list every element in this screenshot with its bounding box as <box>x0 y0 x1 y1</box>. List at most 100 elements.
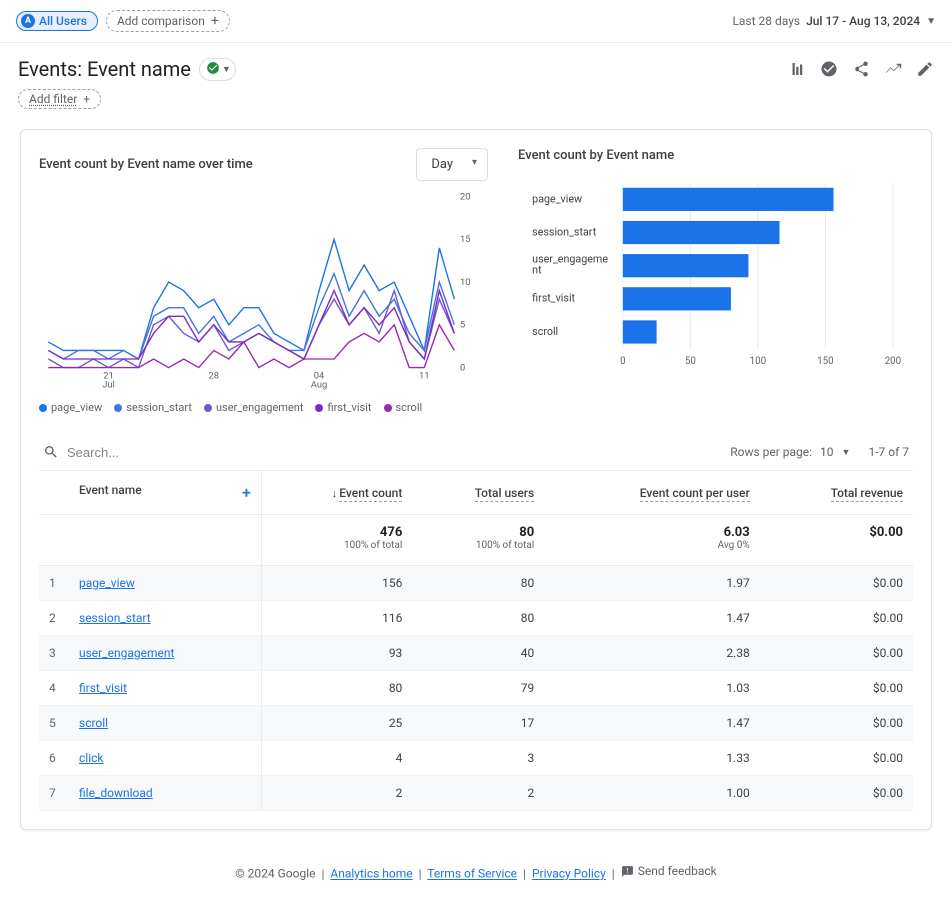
svg-text:0: 0 <box>620 356 625 367</box>
add-comparison-chip[interactable]: Add comparison + <box>106 10 230 32</box>
date-range-text: Jul 17 - Aug 13, 2024 <box>806 14 920 28</box>
page-footer: © 2024 Google | Analytics home | Terms o… <box>0 840 952 905</box>
line-chart-title: Event count by Event name over time <box>39 157 253 172</box>
svg-text:Aug: Aug <box>311 380 327 391</box>
svg-text:nt: nt <box>532 263 542 276</box>
rows-per-page-label: Rows per page: <box>730 445 812 459</box>
granularity-select[interactable]: Day <box>416 148 488 181</box>
svg-text:first_visit: first_visit <box>532 292 575 305</box>
feedback-icon <box>621 865 634 878</box>
trend-icon[interactable] <box>884 60 902 78</box>
title-actions <box>788 60 934 78</box>
chevron-down-icon: ▼ <box>842 447 851 458</box>
insights-icon[interactable] <box>820 60 838 78</box>
table-row[interactable]: 3user_engagement93402.38$0.00 <box>39 636 913 671</box>
legend-item[interactable]: scroll <box>384 401 423 414</box>
search-input[interactable] <box>67 445 730 460</box>
svg-text:100: 100 <box>750 356 766 367</box>
data-table: Event name + ↓Event count Total users Ev… <box>39 471 913 811</box>
chevron-down-icon: ▼ <box>926 16 936 27</box>
table-controls: Rows per page: 10 ▼ 1-7 of 7 <box>39 434 913 471</box>
legend-dot-icon <box>204 404 212 412</box>
top-bar-left: A All Users Add comparison + <box>16 10 230 32</box>
rows-per-page-value: 10 <box>820 445 834 459</box>
send-feedback-button[interactable]: Send feedback <box>621 864 717 878</box>
svg-text:28: 28 <box>209 371 220 382</box>
charts-row: Event count by Event name over time Day … <box>39 148 913 414</box>
legend-item[interactable]: session_start <box>114 401 192 414</box>
table-row[interactable]: 2session_start116801.47$0.00 <box>39 601 913 636</box>
chevron-down-icon: ▼ <box>222 64 231 75</box>
link-privacy[interactable]: Privacy Policy <box>532 867 606 881</box>
top-bar: A All Users Add comparison + Last 28 day… <box>0 0 952 43</box>
bar-chart[interactable]: 0 50 100 150 200 page_view session_start user_e… <box>518 175 913 370</box>
svg-text:session_start: session_start <box>532 225 597 238</box>
bar-chart-title: Event count by Event name <box>518 148 674 163</box>
add-comparison-label: Add comparison <box>117 14 205 28</box>
legend-item[interactable]: page_view <box>39 401 102 414</box>
segment-label: All Users <box>39 14 87 28</box>
page-title: Events: Event name <box>18 57 191 81</box>
rows-per-page-select[interactable]: Rows per page: 10 ▼ <box>730 445 850 459</box>
event-link[interactable]: click <box>79 751 103 765</box>
legend-item[interactable]: user_engagement <box>204 401 304 414</box>
svg-text:150: 150 <box>817 356 833 367</box>
chart-legend: page_view session_start user_engagement fir… <box>39 401 488 414</box>
svg-text:5: 5 <box>460 320 465 331</box>
table-row[interactable]: 7file_download221.00$0.00 <box>39 776 913 811</box>
data-table-section: Rows per page: 10 ▼ 1-7 of 7 Event name … <box>39 434 913 811</box>
check-circle-icon <box>206 61 220 78</box>
table-row[interactable]: 1page_view156801.97$0.00 <box>39 566 913 601</box>
summary-row: 476100% of total80100% of total6.03Avg 0… <box>39 515 913 566</box>
link-terms[interactable]: Terms of Service <box>427 867 517 881</box>
svg-text:10: 10 <box>460 277 471 288</box>
legend-item[interactable]: first_visit <box>315 401 371 414</box>
table-row[interactable]: 5scroll25171.47$0.00 <box>39 706 913 741</box>
edit-icon[interactable] <box>916 60 934 78</box>
table-search[interactable] <box>43 444 730 460</box>
customize-report-icon[interactable] <box>788 60 806 78</box>
svg-text:200: 200 <box>885 356 901 367</box>
search-icon <box>43 444 59 460</box>
event-link[interactable]: first_visit <box>79 681 127 695</box>
table-row[interactable]: 4first_visit80791.03$0.00 <box>39 671 913 706</box>
add-filter-chip[interactable]: Add filter + <box>18 89 101 109</box>
event-link[interactable]: user_engagement <box>79 646 174 660</box>
report-card: Event count by Event name over time Day … <box>20 129 932 830</box>
event-link[interactable]: scroll <box>79 716 108 730</box>
svg-text:50: 50 <box>685 356 696 367</box>
filter-row: Add filter + <box>0 89 952 119</box>
svg-text:11: 11 <box>419 371 430 382</box>
share-icon[interactable] <box>852 60 870 78</box>
svg-text:0: 0 <box>460 362 465 373</box>
plus-icon: + <box>211 13 219 29</box>
date-range-picker[interactable]: Last 28 days Jul 17 - Aug 13, 2024 ▼ <box>732 14 936 28</box>
svg-text:user_engageme: user_engageme <box>532 253 608 266</box>
sort-down-icon: ↓ <box>332 487 338 500</box>
segment-chip-all-users[interactable]: A All Users <box>16 11 98 31</box>
event-link[interactable]: session_start <box>79 611 151 625</box>
legend-dot-icon <box>315 404 323 412</box>
line-chart-panel: Event count by Event name over time Day … <box>39 148 488 414</box>
col-event-count[interactable]: ↓Event count <box>261 471 412 515</box>
col-ecpu[interactable]: Event count per user <box>544 471 760 515</box>
date-prefix: Last 28 days <box>732 14 800 28</box>
svg-text:Jul: Jul <box>102 380 115 391</box>
col-revenue[interactable]: Total revenue <box>760 471 913 515</box>
add-dimension-icon[interactable]: + <box>242 483 251 502</box>
status-chip[interactable]: ▼ <box>199 58 236 81</box>
event-link[interactable]: page_view <box>79 576 135 590</box>
svg-text:page_view: page_view <box>532 192 582 205</box>
add-filter-label: Add filter <box>29 92 77 106</box>
event-link[interactable]: file_download <box>79 786 153 800</box>
link-analytics-home[interactable]: Analytics home <box>330 867 412 881</box>
bar-chart-panel: Event count by Event name 0 50 100 150 200 pa… <box>518 148 913 414</box>
table-row[interactable]: 6click431.33$0.00 <box>39 741 913 776</box>
col-event-name[interactable]: Event name + <box>69 471 261 515</box>
col-total-users[interactable]: Total users <box>412 471 544 515</box>
legend-dot-icon <box>114 404 122 412</box>
legend-dot-icon <box>39 404 47 412</box>
page-info: 1-7 of 7 <box>868 445 909 459</box>
plus-icon: + <box>83 92 90 106</box>
line-chart[interactable]: 0510152021Jul2804Aug11 <box>39 193 488 393</box>
